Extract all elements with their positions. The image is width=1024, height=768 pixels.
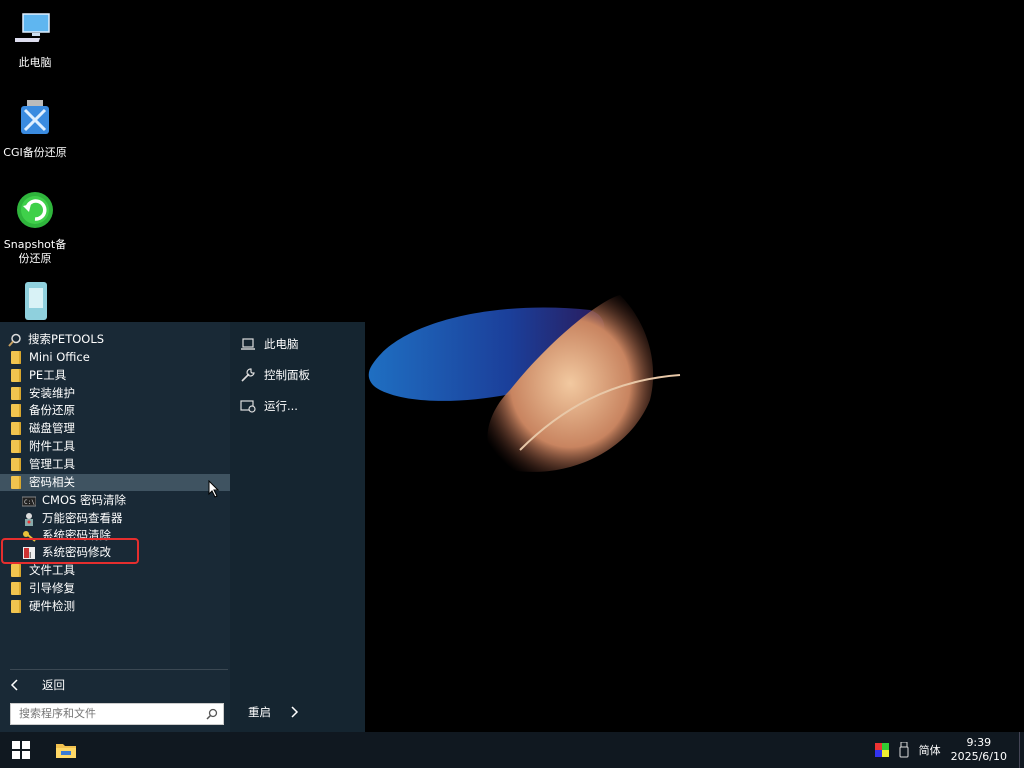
menu-item-accessories[interactable]: 附件工具	[8, 438, 230, 455]
sub-item-cmos-clear[interactable]: C:\ CMOS 密码清除	[22, 492, 230, 509]
taskbar-file-explorer[interactable]	[46, 732, 86, 768]
folder-icon	[11, 582, 21, 595]
wallpaper-feather	[368, 295, 681, 472]
menu-item-hardware[interactable]: 硬件检测	[8, 598, 230, 615]
menu-item-install[interactable]: 安装维护	[8, 385, 230, 402]
sub-item-password-viewer[interactable]: 万能密码查看器	[22, 510, 230, 527]
shortcut-computer[interactable]: 此电脑	[240, 334, 299, 354]
clock-time: 9:39	[966, 736, 992, 749]
start-menu-shortcuts: 此电脑 控制面板 运行... 重启	[230, 322, 365, 732]
program-search-box[interactable]	[10, 703, 224, 725]
shortcut-label: 此电脑	[264, 337, 299, 351]
cgi-backup-icon	[21, 100, 49, 134]
folder-icon	[11, 564, 21, 577]
menu-item-label: 备份还原	[29, 403, 75, 417]
menu-item-file-tools[interactable]: 文件工具	[8, 562, 230, 579]
clock-date: 2025/6/10	[950, 750, 1007, 763]
chevron-left-icon	[10, 679, 18, 691]
clock[interactable]: 9:39 2025/6/10	[951, 736, 1007, 764]
folder-open-icon	[11, 476, 21, 489]
folder-icon	[11, 440, 21, 453]
desktop-icon-label: CGI备份还原	[3, 146, 67, 159]
folder-icon	[11, 351, 21, 364]
shortcut-label: 控制面板	[264, 368, 310, 382]
menu-item-label: 管理工具	[29, 457, 75, 471]
desktop: 此电脑 CGI备份还原 Snapshot备份还原 搜索PETOOLS Mini …	[0, 0, 1024, 732]
system-tray: 简体 9:39 2025/6/10	[874, 732, 1024, 768]
windows-logo-icon	[12, 741, 30, 759]
menu-item-label: 引导修复	[29, 581, 75, 595]
menu-item-admin-tools[interactable]: 管理工具	[8, 456, 230, 473]
usb-drive-icon[interactable]	[899, 742, 909, 758]
menu-item-label: PE工具	[29, 368, 67, 382]
menu-item-pe-tools[interactable]: PE工具	[8, 367, 230, 384]
highlight-annotation	[1, 538, 139, 564]
menu-item-backup[interactable]: 备份还原	[8, 402, 230, 419]
desktop-icon-label: 此电脑	[18, 56, 52, 69]
folder-icon	[56, 744, 76, 758]
app-icon	[25, 282, 47, 320]
folder-icon	[11, 458, 21, 471]
start-menu: 搜索PETOOLS Mini Office PE工具 安装维护 备份还原 磁盘管…	[0, 322, 365, 732]
color-app-icon[interactable]	[874, 743, 889, 757]
back-button[interactable]: 返回	[10, 676, 65, 694]
desktop-icon-label: Snapshot备份还原	[3, 238, 67, 265]
back-label: 返回	[42, 678, 65, 692]
run-icon	[240, 400, 256, 413]
show-desktop-button[interactable]	[1019, 732, 1024, 768]
sub-item-label: 万能密码查看器	[42, 511, 123, 525]
sub-item-label: CMOS 密码清除	[42, 493, 126, 507]
desktop-icon-snapshot[interactable]: Snapshot备份还原	[0, 190, 70, 266]
program-search-input[interactable]	[17, 707, 201, 721]
restart-button[interactable]: 重启	[248, 704, 299, 720]
menu-item-label: Mini Office	[29, 350, 90, 364]
menu-item-label: 文件工具	[29, 563, 75, 577]
divider	[10, 669, 228, 670]
search-icon[interactable]	[206, 708, 218, 720]
folder-icon	[11, 600, 21, 613]
cmos-icon: C:\	[22, 496, 36, 506]
shortcut-label: 运行...	[264, 399, 298, 413]
menu-item-label: 附件工具	[29, 439, 75, 453]
search-petools-item[interactable]: 搜索PETOOLS	[8, 331, 230, 348]
snapshot-icon	[17, 192, 53, 228]
password-viewer-icon	[25, 512, 33, 526]
menu-item-label: 密码相关	[29, 475, 75, 489]
computer-icon	[12, 13, 50, 42]
menu-item-password[interactable]: 密码相关	[0, 474, 230, 491]
mouse-cursor-icon	[208, 480, 220, 498]
folder-icon	[11, 369, 21, 382]
ime-indicator[interactable]: 简体	[919, 742, 941, 758]
folder-icon	[11, 404, 21, 417]
desktop-icon-computer[interactable]: 此电脑	[0, 8, 70, 70]
start-button[interactable]	[0, 732, 42, 768]
menu-item-label: 磁盘管理	[29, 421, 75, 435]
folder-icon	[11, 422, 21, 435]
search-petools-label: 搜索PETOOLS	[28, 332, 105, 346]
menu-item-boot-repair[interactable]: 引导修复	[8, 580, 230, 597]
restart-label: 重启	[248, 705, 271, 719]
start-menu-programs: 搜索PETOOLS Mini Office PE工具 安装维护 备份还原 磁盘管…	[0, 322, 230, 732]
shortcut-control-panel[interactable]: 控制面板	[240, 365, 310, 385]
shortcut-run[interactable]: 运行...	[240, 396, 298, 416]
menu-item-mini-office[interactable]: Mini Office	[8, 349, 230, 366]
svg-text:C:\: C:\	[24, 499, 35, 506]
menu-item-label: 硬件检测	[29, 599, 75, 613]
laptop-icon	[241, 338, 255, 350]
wrench-icon	[241, 368, 255, 382]
desktop-icon-app[interactable]	[0, 280, 70, 328]
menu-item-label: 安装维护	[29, 386, 75, 400]
magnifier-icon	[8, 333, 21, 347]
chevron-right-icon[interactable]	[289, 706, 299, 718]
folder-icon	[11, 387, 21, 400]
desktop-icon-cgi[interactable]: CGI备份还原	[0, 98, 70, 160]
taskbar: 简体 9:39 2025/6/10	[0, 732, 1024, 768]
menu-item-disk[interactable]: 磁盘管理	[8, 420, 230, 437]
